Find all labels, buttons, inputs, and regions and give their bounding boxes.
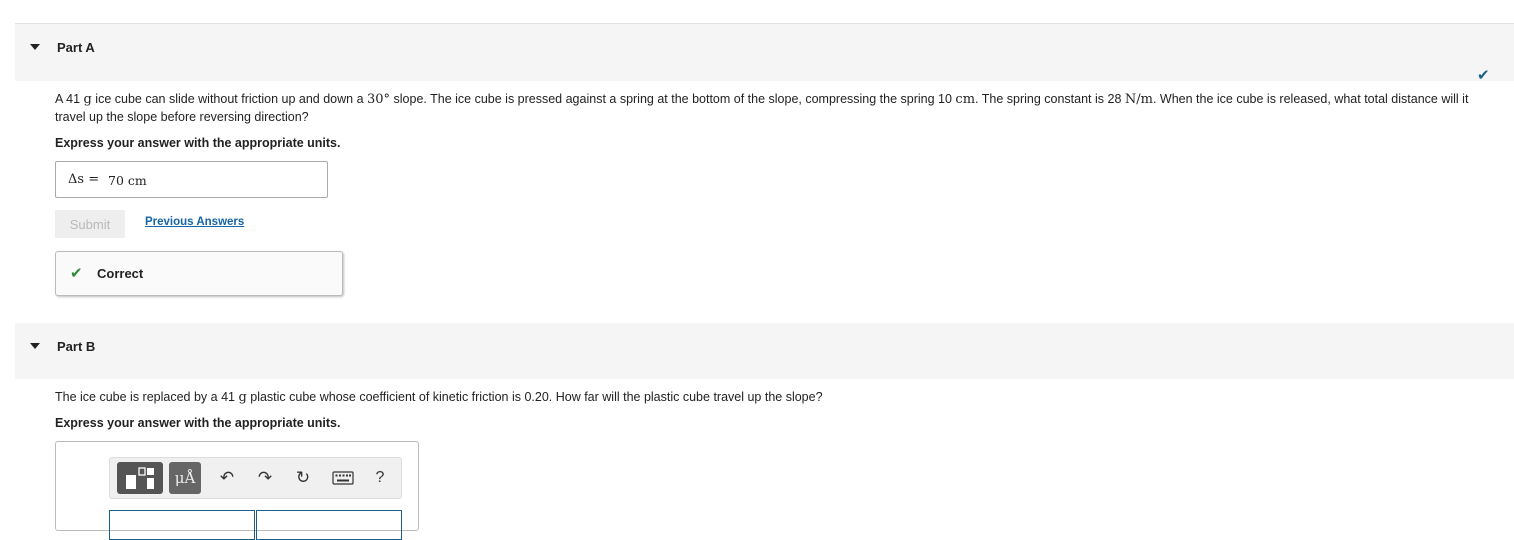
- answer-variable: Δs =: [68, 172, 100, 187]
- units-icon: μÅ: [174, 469, 196, 487]
- prompt-text: . The spring constant is 28: [975, 92, 1125, 106]
- collapse-caret-icon[interactable]: [30, 44, 40, 50]
- angle-value: 30°: [367, 92, 391, 107]
- keyboard-button[interactable]: [330, 462, 356, 494]
- mass-unit: g: [238, 390, 247, 405]
- undo-icon: ↶: [219, 468, 235, 487]
- feedback-box: ✔ Correct: [55, 251, 343, 296]
- answer-field[interactable]: Δs = 70 cm: [55, 161, 328, 198]
- value-input[interactable]: [109, 510, 255, 540]
- part-b-title[interactable]: Part B: [57, 339, 95, 354]
- reset-icon: ↻: [295, 468, 311, 487]
- keyboard-icon: [332, 471, 354, 485]
- part-b-header[interactable]: Part B: [15, 323, 1514, 379]
- correct-check-icon: ✔: [70, 265, 83, 282]
- compression-unit: cm: [955, 92, 976, 107]
- answer-value[interactable]: 70 cm: [108, 173, 147, 188]
- redo-button[interactable]: ↷: [253, 462, 277, 494]
- units-input[interactable]: [256, 510, 402, 540]
- prompt-text: slope. The ice cube is pressed against a…: [390, 92, 956, 106]
- reset-button[interactable]: ↻: [291, 462, 315, 494]
- part-a-title[interactable]: Part A: [57, 40, 95, 55]
- prompt-text: ice cube can slide without friction up a…: [91, 92, 367, 106]
- help-icon: ?: [375, 469, 385, 486]
- part-b-instruction: Express your answer with the appropriate…: [55, 416, 341, 430]
- spring-constant-unit: N/m: [1124, 92, 1153, 107]
- feedback-label: Correct: [97, 266, 144, 281]
- undo-button[interactable]: ↶: [215, 462, 239, 494]
- answer-editor: μÅ ↶ ↷ ↻ ?: [55, 441, 419, 540]
- part-b-prompt: The ice cube is replaced by a 41 g plast…: [55, 389, 1500, 407]
- prompt-text: A 41: [55, 92, 84, 106]
- submit-button[interactable]: Submit: [55, 210, 125, 238]
- part-a-instruction: Express your answer with the appropriate…: [55, 136, 341, 150]
- complete-check-icon: ✔: [1477, 67, 1490, 84]
- templates-icon: [126, 467, 154, 489]
- templates-button[interactable]: [117, 462, 163, 494]
- prompt-text: The ice cube is replaced by a 41: [55, 390, 239, 404]
- part-a-header[interactable]: Part A: [15, 24, 1514, 81]
- part-a-prompt: A 41 g ice cube can slide without fricti…: [55, 91, 1500, 125]
- prompt-text: plastic cube whose coefficient of kineti…: [246, 390, 823, 404]
- units-button[interactable]: μÅ: [169, 462, 201, 494]
- mass-unit: g: [83, 92, 92, 107]
- collapse-caret-icon[interactable]: [30, 343, 40, 349]
- previous-answers-link[interactable]: Previous Answers: [145, 216, 244, 228]
- redo-icon: ↷: [257, 468, 273, 487]
- help-button[interactable]: ?: [370, 462, 390, 494]
- math-toolbar: μÅ ↶ ↷ ↻ ?: [109, 457, 402, 499]
